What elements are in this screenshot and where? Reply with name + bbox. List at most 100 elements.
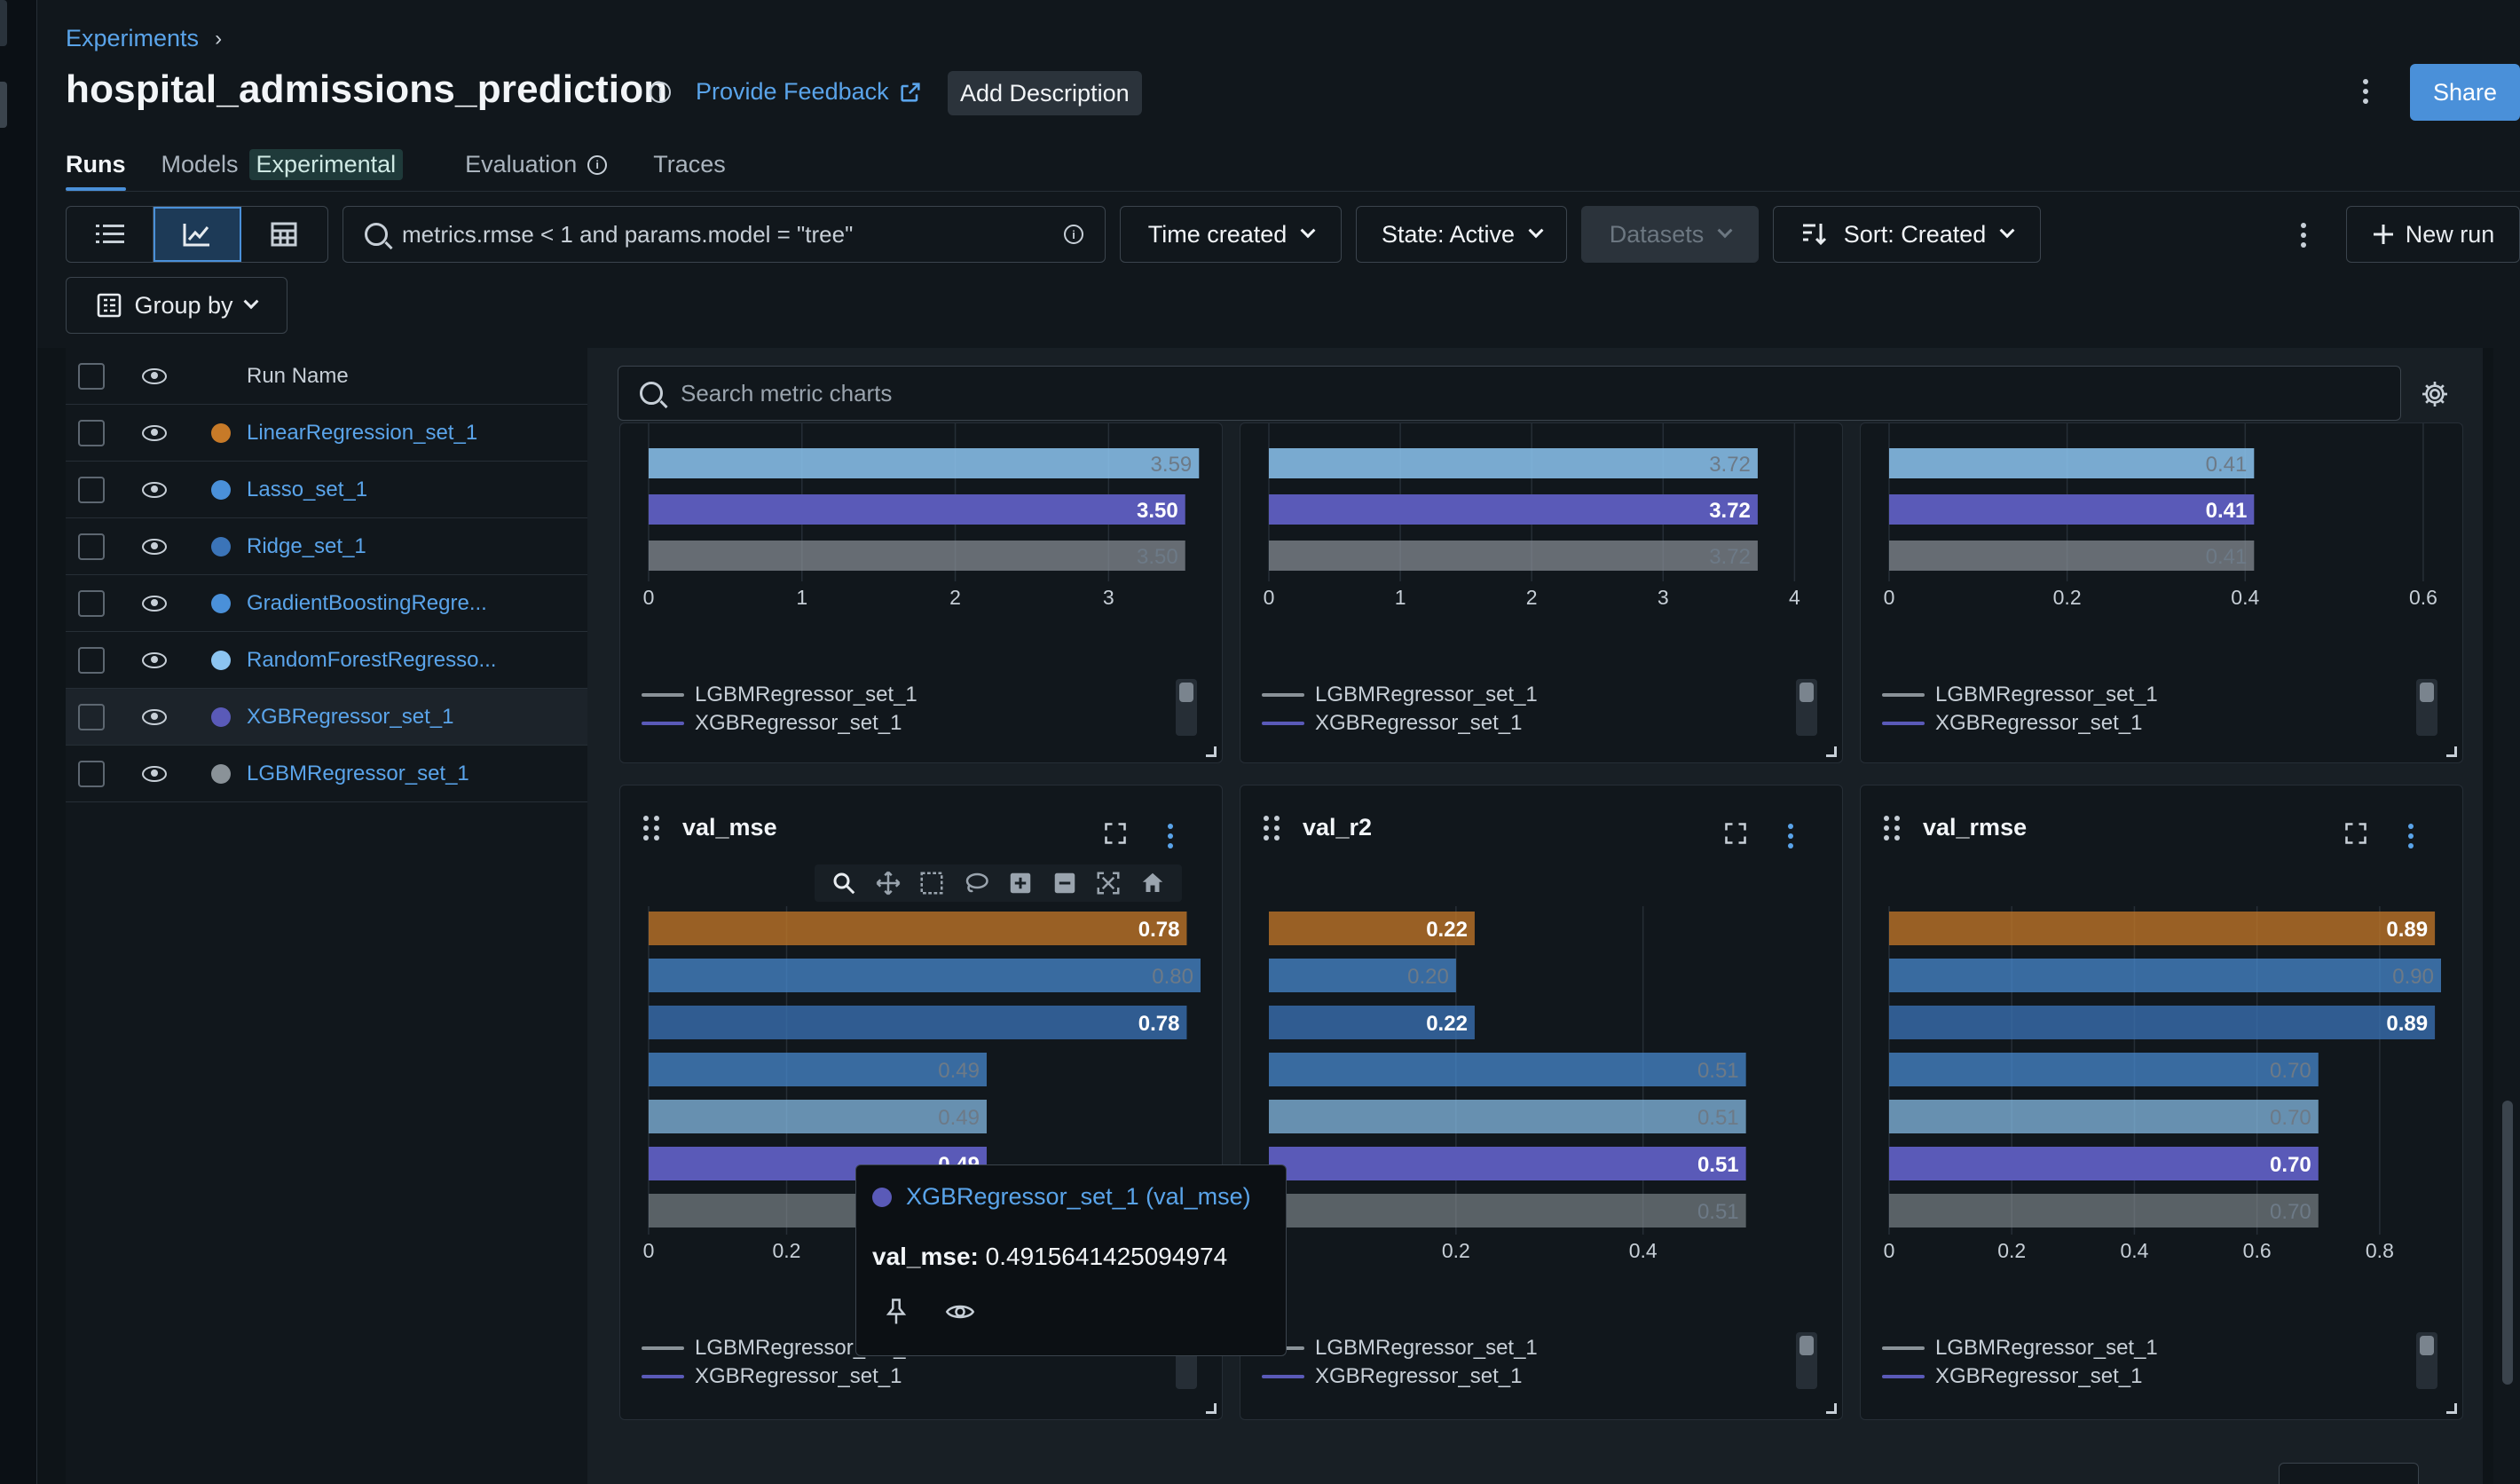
chart-menu-icon[interactable]: [2404, 821, 2418, 851]
group-by-dropdown[interactable]: Group by: [66, 277, 287, 334]
tab-evaluation[interactable]: Evaluation i: [465, 151, 608, 191]
resize-handle-icon[interactable]: [1206, 746, 1217, 757]
run-row[interactable]: LinearRegression_set_1: [66, 405, 587, 462]
legend-scrollbar[interactable]: [2416, 1332, 2437, 1389]
time-created-label: Time created: [1147, 220, 1288, 248]
eye-icon[interactable]: [142, 367, 167, 384]
run-row[interactable]: GradientBoostingRegre...: [66, 575, 587, 632]
resize-handle-icon[interactable]: [1206, 1403, 1217, 1414]
drag-handle-icon[interactable]: [643, 816, 659, 841]
share-button[interactable]: Share: [2410, 64, 2520, 121]
run-name-link[interactable]: Lasso_set_1: [247, 478, 513, 502]
legend-item[interactable]: LGBMRegressor_set_1: [642, 681, 917, 709]
legend-scrollbar[interactable]: [1176, 679, 1197, 736]
legend-item[interactable]: LGBMRegressor_set_1: [1882, 1334, 2158, 1362]
toolbar-more-icon[interactable]: [2293, 220, 2314, 250]
chart-search-input[interactable]: Search metric charts: [618, 366, 2401, 421]
drag-handle-icon[interactable]: [1884, 816, 1900, 841]
legend-scrollbar[interactable]: [1796, 1332, 1817, 1389]
legend-item[interactable]: LGBMRegressor_set_1: [1262, 1334, 1538, 1362]
list-view-button[interactable]: [67, 207, 154, 262]
resize-handle-icon[interactable]: [2446, 746, 2457, 757]
title-info-icon[interactable]: i: [650, 82, 671, 103]
zoom-icon[interactable]: [831, 870, 857, 896]
nav-handle[interactable]: [0, 0, 7, 46]
legend-item[interactable]: LGBMRegressor_set_1: [1262, 681, 1538, 709]
legend-scrollbar[interactable]: [1796, 679, 1817, 736]
eye-icon[interactable]: [142, 424, 167, 441]
header-more-icon[interactable]: [2355, 76, 2376, 107]
legend-item[interactable]: XGBRegressor_set_1: [642, 1362, 917, 1391]
home-icon[interactable]: [1139, 870, 1166, 896]
pan-icon[interactable]: [875, 870, 902, 896]
eye-icon[interactable]: [142, 538, 167, 555]
datasets-dropdown[interactable]: Datasets: [1581, 206, 1759, 263]
run-row[interactable]: XGBRegressor_set_1: [66, 689, 587, 746]
legend-scrollbar[interactable]: [2416, 679, 2437, 736]
state-dropdown[interactable]: State: Active: [1356, 206, 1567, 263]
run-row[interactable]: LGBMRegressor_set_1: [66, 746, 587, 802]
eye-icon[interactable]: [142, 481, 167, 498]
legend-item[interactable]: XGBRegressor_set_1: [1262, 709, 1538, 738]
sort-dropdown[interactable]: Sort: Created: [1773, 206, 2041, 263]
resize-handle-icon[interactable]: [2446, 1403, 2457, 1414]
run-name-link[interactable]: Ridge_set_1: [247, 534, 513, 559]
drag-handle-icon[interactable]: [1264, 816, 1280, 841]
eye-icon[interactable]: [142, 651, 167, 668]
box-select-icon[interactable]: [918, 870, 945, 896]
legend-item[interactable]: XGBRegressor_set_1: [1882, 1362, 2158, 1391]
tab-traces[interactable]: Traces: [653, 151, 726, 191]
row-checkbox[interactable]: [78, 533, 105, 560]
resize-handle-icon[interactable]: [1826, 746, 1837, 757]
new-run-button[interactable]: New run: [2346, 206, 2520, 263]
select-all-checkbox[interactable]: [78, 362, 105, 390]
breadcrumb-experiments-link[interactable]: Experiments: [66, 25, 199, 52]
legend-item[interactable]: LGBMRegressor_set_1: [1882, 681, 2158, 709]
nav-handle-active[interactable]: [0, 82, 7, 128]
run-search-input[interactable]: metrics.rmse < 1 and params.model = "tre…: [343, 206, 1106, 263]
run-row[interactable]: Ridge_set_1: [66, 518, 587, 575]
row-checkbox[interactable]: [78, 589, 105, 617]
expand-icon[interactable]: [1103, 821, 1128, 846]
chart-view-button[interactable]: [154, 207, 241, 262]
run-name-link[interactable]: RandomForestRegresso...: [247, 648, 513, 673]
lasso-select-icon[interactable]: [963, 870, 989, 896]
eye-icon[interactable]: [142, 765, 167, 782]
add-description-button[interactable]: Add Description: [948, 71, 1142, 115]
row-checkbox[interactable]: [78, 760, 105, 787]
run-row[interactable]: RandomForestRegresso...: [66, 632, 587, 689]
expand-icon[interactable]: [2343, 821, 2368, 846]
eye-icon[interactable]: [142, 708, 167, 725]
gear-icon[interactable]: [2421, 380, 2449, 408]
time-created-dropdown[interactable]: Time created: [1120, 206, 1342, 263]
run-name-link[interactable]: XGBRegressor_set_1: [247, 705, 513, 730]
row-checkbox[interactable]: [78, 476, 105, 503]
chart-menu-icon[interactable]: [1163, 821, 1177, 851]
charts-scroll-thumb[interactable]: [2502, 1101, 2513, 1385]
eye-icon[interactable]: [945, 1300, 975, 1323]
row-checkbox[interactable]: [78, 419, 105, 446]
resize-handle-icon[interactable]: [1826, 1403, 1837, 1414]
run-name-link[interactable]: LinearRegression_set_1: [247, 421, 513, 446]
row-checkbox[interactable]: [78, 703, 105, 730]
eye-icon[interactable]: [142, 595, 167, 612]
load-more-button[interactable]: [2279, 1463, 2419, 1484]
expand-icon[interactable]: [1723, 821, 1748, 846]
zoom-in-icon[interactable]: [1007, 870, 1034, 896]
run-row[interactable]: Lasso_set_1: [66, 462, 587, 518]
legend-item[interactable]: XGBRegressor_set_1: [1262, 1362, 1538, 1391]
legend-item[interactable]: XGBRegressor_set_1: [1882, 709, 2158, 738]
pin-icon[interactable]: [883, 1298, 910, 1326]
legend-item[interactable]: XGBRegressor_set_1: [642, 709, 917, 738]
tab-models[interactable]: Models Experimental: [161, 149, 404, 193]
autoscale-icon[interactable]: [1095, 870, 1122, 896]
table-view-button[interactable]: [241, 207, 327, 262]
search-info-icon[interactable]: i: [1064, 225, 1083, 244]
run-name-link[interactable]: LGBMRegressor_set_1: [247, 762, 513, 786]
zoom-out-icon[interactable]: [1051, 870, 1078, 896]
tab-runs[interactable]: Runs: [66, 151, 126, 191]
provide-feedback-link[interactable]: Provide Feedback: [696, 78, 923, 106]
chart-menu-icon[interactable]: [1784, 821, 1798, 851]
run-name-link[interactable]: GradientBoostingRegre...: [247, 591, 513, 616]
row-checkbox[interactable]: [78, 646, 105, 674]
